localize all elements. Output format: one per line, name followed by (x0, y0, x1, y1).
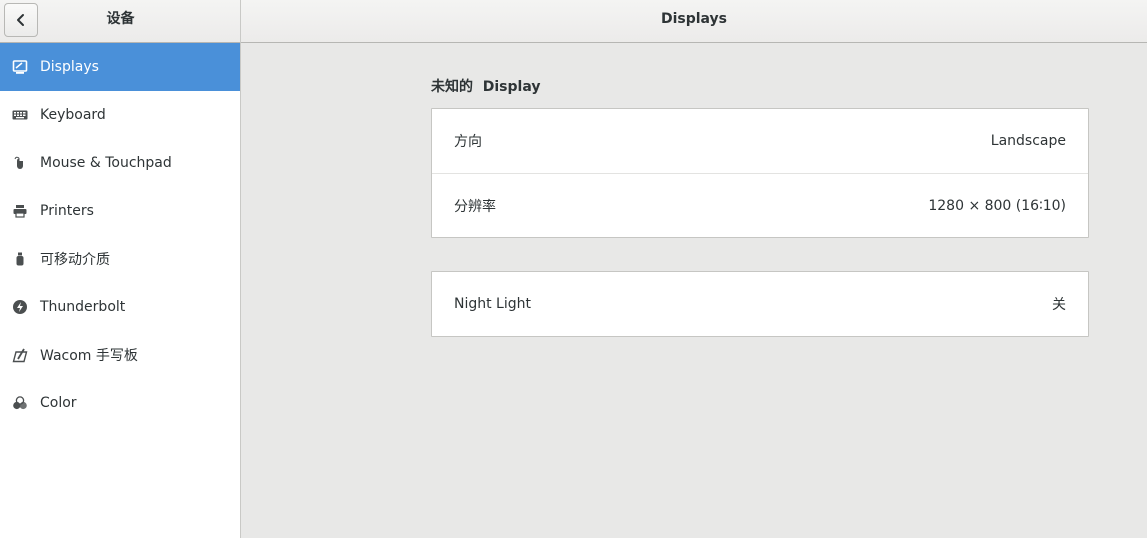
page-title: Displays (660, 11, 728, 27)
sidebar-item-thunderbolt[interactable]: Thunderbolt (0, 283, 240, 331)
orientation-label: 方向 (454, 134, 482, 150)
sidebar-item-color[interactable]: Color (0, 379, 240, 427)
sidebar-item-mouse-touchpad[interactable]: Mouse & Touchpad (0, 139, 240, 187)
sidebar-item-label: Wacom 手写板 (40, 348, 138, 364)
tablet-icon (12, 347, 28, 363)
header-left-section: 设备 (0, 0, 241, 43)
resolution-label: 分辨率 (454, 198, 496, 215)
sidebar-item-label: Mouse & Touchpad (40, 155, 172, 171)
sidebar-item-label: 可移动介质 (40, 252, 110, 268)
header-bar: 设备 Displays (0, 0, 1147, 43)
resolution-value: 1280 × 800 (16∶10) (928, 197, 1066, 214)
sidebar-item-printers[interactable]: Printers (0, 187, 240, 235)
display-section-title: 未知的 Display (431, 79, 541, 95)
resolution-row[interactable]: 分辨率 1280 × 800 (16∶10) (432, 173, 1088, 237)
display-settings-card: 方向 Landscape 分辨率 1280 × 800 (16∶10) (431, 108, 1089, 238)
sidebar-item-keyboard[interactable]: Keyboard (0, 91, 240, 139)
usb-drive-icon (12, 251, 28, 267)
sidebar-item-label: Printers (40, 203, 94, 219)
sidebar-item-removable-media[interactable]: 可移动介质 (0, 235, 240, 283)
sidebar-item-wacom-tablet[interactable]: Wacom 手写板 (0, 331, 240, 379)
sidebar-item-label: Keyboard (40, 107, 106, 123)
night-light-card: Night Light 关 (431, 271, 1089, 337)
sidebar-item-displays[interactable]: Displays (0, 43, 240, 91)
thunderbolt-icon (12, 299, 28, 315)
orientation-row[interactable]: 方向 Landscape (432, 109, 1088, 173)
printer-icon (12, 203, 28, 219)
night-light-row[interactable]: Night Light 关 (432, 272, 1088, 336)
back-button[interactable] (4, 3, 38, 37)
display-icon (12, 59, 28, 75)
color-icon (12, 395, 28, 411)
sidebar: Displays Keyboard Mouse & Touchpad Print… (0, 43, 241, 538)
mouse-icon (12, 155, 28, 171)
sidebar-item-label: Color (40, 395, 77, 411)
orientation-value: Landscape (990, 133, 1066, 149)
sidebar-item-label: Thunderbolt (40, 299, 126, 315)
night-light-status: 关 (1052, 297, 1066, 313)
sidebar-item-label: Displays (40, 59, 99, 75)
main-content: 未知的 Display 方向 Landscape 分辨率 1280 × 800 … (241, 43, 1147, 538)
keyboard-icon (12, 107, 28, 123)
chevron-left-icon (14, 13, 28, 27)
night-light-label: Night Light (454, 296, 531, 312)
